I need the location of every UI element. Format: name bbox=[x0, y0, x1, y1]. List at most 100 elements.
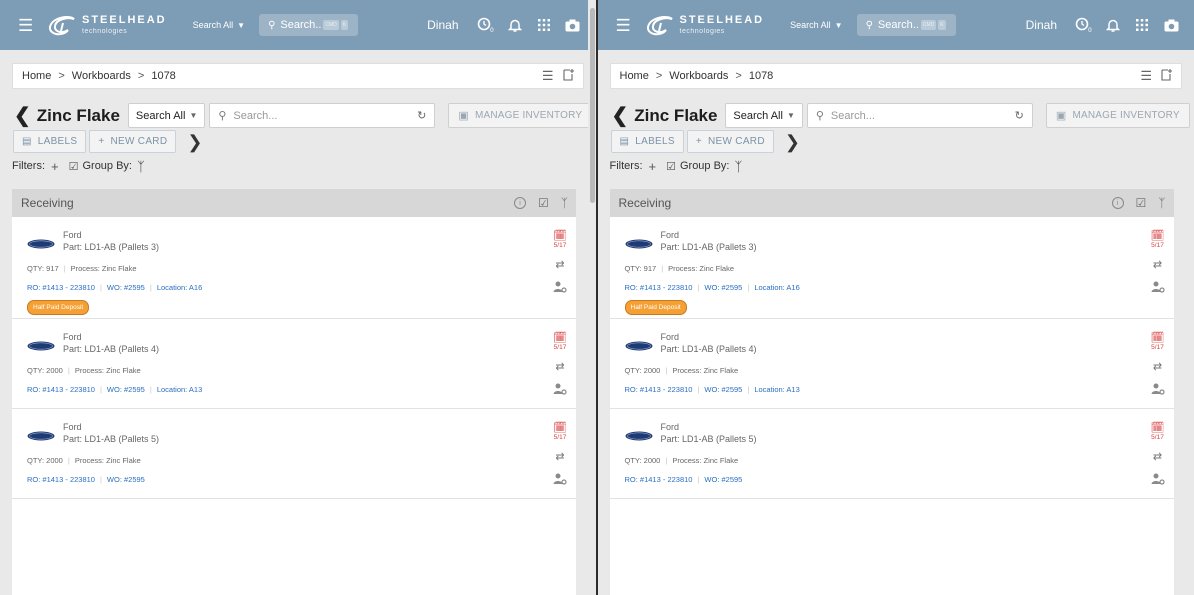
steelhead-logo[interactable]: STEELHEAD technologies bbox=[46, 13, 167, 37]
assign-user-icon[interactable] bbox=[553, 280, 567, 298]
add-filter-icon[interactable]: + bbox=[649, 159, 657, 174]
calendar-icon[interactable]: 🗓 bbox=[1151, 333, 1165, 344]
apps-grid-icon[interactable] bbox=[1131, 15, 1153, 35]
transfer-icon[interactable]: ⇄ bbox=[555, 260, 564, 271]
calendar-icon[interactable]: 🗓 bbox=[1151, 423, 1165, 434]
user-name[interactable]: Dinah bbox=[1026, 18, 1057, 32]
group-by-icon[interactable]: ᛉ bbox=[1158, 196, 1165, 210]
menu-icon[interactable]: ☰ bbox=[616, 17, 632, 34]
transfer-icon[interactable]: ⇄ bbox=[1153, 362, 1162, 373]
info-icon[interactable]: i bbox=[1111, 197, 1124, 209]
card-wo-link[interactable]: WO: #2595 bbox=[107, 283, 145, 292]
card-location[interactable]: Location: A16 bbox=[754, 283, 799, 292]
add-filter-icon[interactable]: + bbox=[51, 159, 59, 174]
bookmark-icon[interactable] bbox=[562, 68, 574, 84]
card-wo-link[interactable]: WO: #2595 bbox=[704, 385, 742, 394]
camera-icon[interactable] bbox=[562, 15, 584, 35]
manage-inventory-button[interactable]: ▣ MANAGE INVENTORY bbox=[448, 103, 593, 128]
clock-icon[interactable]: 0 bbox=[1073, 15, 1095, 35]
card-ro-link[interactable]: RO: #1413 - 223810 bbox=[625, 385, 693, 394]
board-search-input[interactable]: ⚲ Search... ↻ bbox=[806, 103, 1033, 128]
card-wo-link[interactable]: WO: #2595 bbox=[107, 475, 145, 484]
global-search-input[interactable]: ⚲ Search.. CMD K bbox=[259, 14, 359, 36]
job-card[interactable]: Ford Part: LD1-AB (Pallets 3) QTY: 917 | P… bbox=[12, 217, 576, 319]
transfer-icon[interactable]: ⇄ bbox=[555, 452, 564, 463]
steelhead-logo[interactable]: STEELHEAD technologies bbox=[644, 13, 765, 37]
card-meta: QTY: 917 | Process: Zinc Flake bbox=[624, 264, 735, 273]
list-view-icon[interactable]: ☰ bbox=[1140, 68, 1152, 84]
card-ro-link[interactable]: RO: #1413 - 223810 bbox=[27, 475, 95, 484]
assign-user-icon[interactable] bbox=[1151, 280, 1165, 298]
group-by-icon[interactable]: ᛉ bbox=[735, 159, 743, 174]
calendar-icon[interactable]: 🗓 bbox=[553, 423, 567, 434]
assign-user-icon[interactable] bbox=[1151, 382, 1165, 400]
job-card[interactable]: Ford Part: LD1-AB (Pallets 5) QTY: 2000 |… bbox=[609, 409, 1174, 499]
labels-button[interactable]: ▤ LABELS bbox=[13, 130, 87, 153]
global-search-scope[interactable]: Search All ▼ bbox=[193, 20, 245, 30]
refresh-icon[interactable]: ↻ bbox=[1015, 109, 1024, 122]
clock-icon[interactable]: 0 bbox=[475, 15, 497, 35]
board-search-input[interactable]: ⚲ Search... ↻ bbox=[209, 103, 436, 128]
breadcrumb-workboards[interactable]: Workboards bbox=[669, 70, 728, 82]
breadcrumb-home[interactable]: Home bbox=[620, 70, 649, 82]
card-location[interactable]: Location: A13 bbox=[157, 385, 202, 394]
card-ro-link[interactable]: RO: #1413 - 223810 bbox=[27, 385, 95, 394]
apps-grid-icon[interactable] bbox=[533, 15, 555, 35]
browser-pane-right: ☰ STEELHEAD technologies Search All ▼ ⚲ … bbox=[597, 0, 1194, 595]
job-card[interactable]: Ford Part: LD1-AB (Pallets 5) QTY: 2000 |… bbox=[12, 409, 576, 499]
card-location[interactable]: Location: A13 bbox=[754, 385, 799, 394]
job-card[interactable]: Ford Part: LD1-AB (Pallets 4) QTY: 2000 |… bbox=[12, 319, 576, 409]
bookmark-icon[interactable] bbox=[1161, 68, 1172, 84]
menu-icon[interactable]: ☰ bbox=[18, 17, 34, 34]
calendar-icon[interactable]: 🗓 bbox=[553, 231, 567, 242]
job-card[interactable]: Ford Part: LD1-AB (Pallets 4) QTY: 2000 |… bbox=[609, 319, 1174, 409]
breadcrumb-home[interactable]: Home bbox=[22, 70, 51, 82]
transfer-icon[interactable]: ⇄ bbox=[1153, 452, 1162, 463]
job-card[interactable]: Ford Part: LD1-AB (Pallets 3) QTY: 917 | P… bbox=[609, 217, 1174, 319]
card-wo-link[interactable]: WO: #2595 bbox=[704, 475, 742, 484]
new-card-button[interactable]: + NEW CARD bbox=[686, 130, 774, 153]
transfer-icon[interactable]: ⇄ bbox=[555, 362, 564, 373]
calendar-icon[interactable]: 🗓 bbox=[553, 333, 567, 344]
user-name[interactable]: Dinah bbox=[427, 18, 458, 32]
card-wo-link[interactable]: WO: #2595 bbox=[107, 385, 145, 394]
checklist-icon[interactable]: ☑ bbox=[538, 196, 549, 210]
info-icon[interactable]: i bbox=[514, 197, 527, 209]
forward-chevron-icon[interactable]: ❯ bbox=[785, 133, 800, 151]
card-ro-link[interactable]: RO: #1413 - 223810 bbox=[625, 475, 693, 484]
assign-user-icon[interactable] bbox=[553, 472, 567, 490]
forward-chevron-icon[interactable]: ❯ bbox=[187, 133, 202, 151]
global-search-scope[interactable]: Search All ▼ bbox=[790, 20, 842, 30]
checklist-icon[interactable]: ☑ bbox=[69, 160, 79, 173]
card-qty: QTY: 2000 bbox=[27, 456, 63, 465]
group-by-icon[interactable]: ᛉ bbox=[137, 159, 145, 174]
board-search-scope[interactable]: Search All ▼ bbox=[725, 103, 803, 128]
card-ro-link[interactable]: RO: #1413 - 223810 bbox=[27, 283, 95, 292]
bell-icon[interactable] bbox=[504, 15, 526, 35]
card-wo-link[interactable]: WO: #2595 bbox=[704, 283, 742, 292]
bell-icon[interactable] bbox=[1102, 15, 1124, 35]
back-chevron-icon[interactable]: ❮ bbox=[612, 106, 629, 126]
scrollbar-track[interactable] bbox=[587, 0, 596, 595]
card-location[interactable]: Location: A16 bbox=[157, 283, 202, 292]
manage-inventory-button[interactable]: ▣ MANAGE INVENTORY bbox=[1045, 103, 1190, 128]
new-card-button[interactable]: + NEW CARD bbox=[89, 130, 177, 153]
assign-user-icon[interactable] bbox=[1151, 472, 1165, 490]
assign-user-icon[interactable] bbox=[553, 382, 567, 400]
checklist-icon[interactable]: ☑ bbox=[1136, 196, 1147, 210]
camera-icon[interactable] bbox=[1160, 15, 1182, 35]
global-search-input[interactable]: ⚲ Search.. CMD K bbox=[856, 14, 956, 36]
refresh-icon[interactable]: ↻ bbox=[417, 109, 426, 122]
breadcrumb-current: 1078 bbox=[748, 70, 774, 82]
card-ro-link[interactable]: RO: #1413 - 223810 bbox=[625, 283, 693, 292]
checklist-icon[interactable]: ☑ bbox=[666, 160, 676, 173]
group-by-icon[interactable]: ᛉ bbox=[561, 196, 568, 210]
list-view-icon[interactable]: ☰ bbox=[542, 68, 554, 84]
back-chevron-icon[interactable]: ❮ bbox=[14, 106, 31, 126]
calendar-icon[interactable]: 🗓 bbox=[1151, 231, 1165, 242]
labels-button[interactable]: ▤ LABELS bbox=[610, 130, 684, 153]
transfer-icon[interactable]: ⇄ bbox=[1153, 260, 1162, 271]
breadcrumb-workboards[interactable]: Workboards bbox=[72, 70, 131, 82]
board-search-scope[interactable]: Search All ▼ bbox=[127, 103, 206, 128]
scrollbar-thumb[interactable] bbox=[589, 8, 595, 203]
